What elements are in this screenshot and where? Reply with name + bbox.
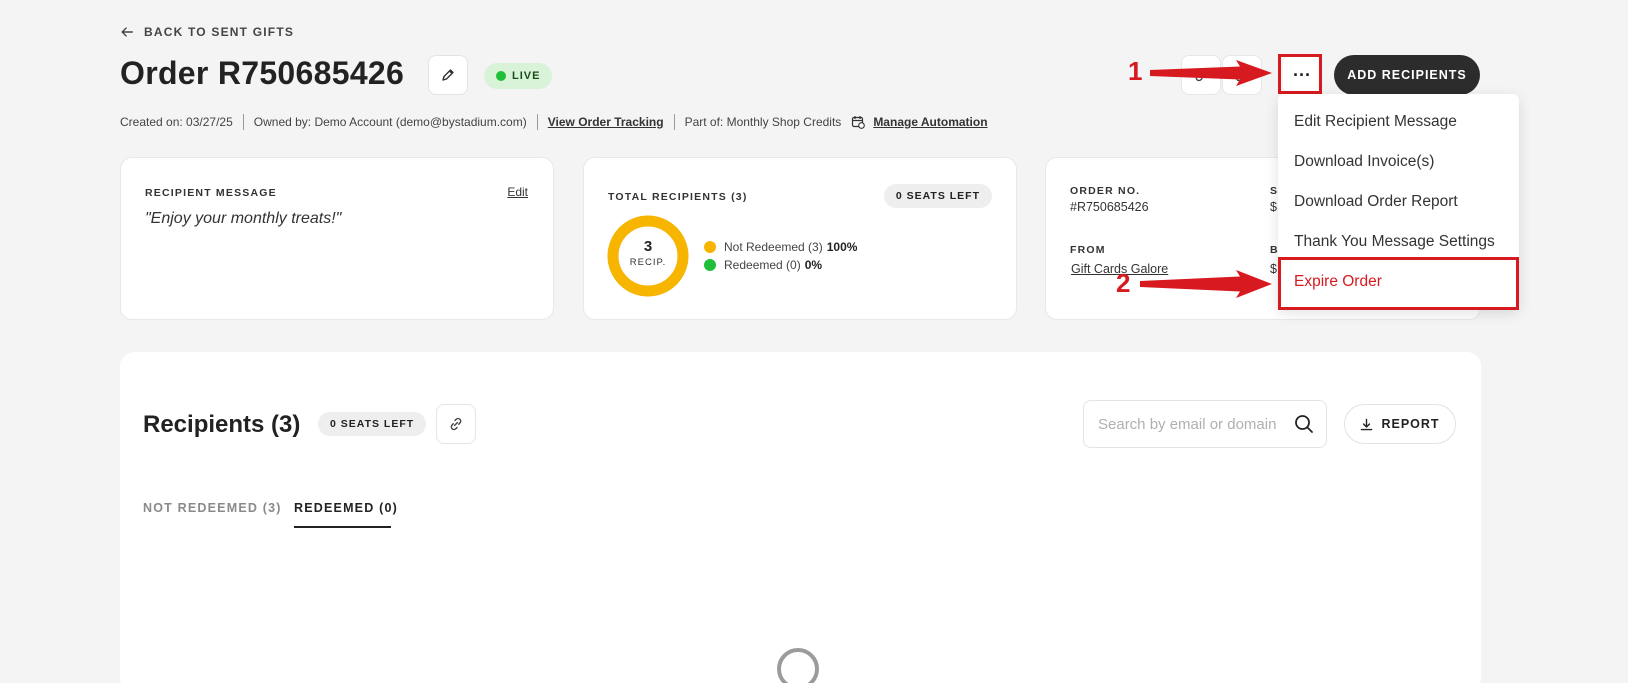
- recipient-search-box: [1083, 400, 1327, 448]
- menu-item-edit-recipient-message[interactable]: Edit Recipient Message: [1294, 113, 1457, 131]
- back-to-sent-gifts-link[interactable]: BACK TO SENT GIFTS: [120, 25, 294, 39]
- link-icon: [450, 417, 462, 431]
- seats-left-badge: 0 SEATS LEFT: [883, 184, 992, 208]
- recipients-title: Recipients (3): [143, 411, 301, 438]
- copy-link-button[interactable]: [1181, 55, 1221, 95]
- manage-automation-link[interactable]: Manage Automation: [873, 115, 987, 129]
- menu-item-download-order-report[interactable]: Download Order Report: [1294, 193, 1458, 211]
- order-no-label: ORDER NO.: [1070, 185, 1141, 197]
- annotation-box-more-button: [1278, 54, 1322, 94]
- download-report-button[interactable]: REPORT: [1344, 404, 1456, 444]
- recipients-seats-left-badge: 0 SEATS LEFT: [318, 412, 427, 436]
- redeemed-pct: 0%: [804, 258, 823, 272]
- menu-item-thank-you-settings[interactable]: Thank You Message Settings: [1294, 233, 1495, 251]
- recipient-search-input[interactable]: [1098, 415, 1288, 433]
- recipient-message-label: RECIPIENT MESSAGE: [145, 187, 277, 199]
- active-tab-underline: [294, 526, 391, 528]
- donut-caption: RECIP.: [629, 257, 667, 268]
- owner-info: Owned by: Demo Account (demo@bystadium.c…: [253, 115, 527, 129]
- link-icon: [1195, 68, 1207, 82]
- not-redeemed-pct: 100%: [826, 240, 858, 254]
- meta-divider: [536, 114, 538, 130]
- calendar-repeat-icon: [851, 115, 866, 129]
- redemption-donut-chart: [607, 215, 689, 297]
- view-order-tracking-link[interactable]: View Order Tracking: [548, 115, 664, 129]
- donut-count: 3: [643, 238, 653, 255]
- copy-recipients-link-button[interactable]: [436, 404, 476, 444]
- page-title: Order R750685426: [120, 55, 405, 91]
- pencil-icon: [442, 69, 454, 81]
- part-of-info: Part of: Monthly Shop Credits: [684, 115, 842, 129]
- live-dot-icon: [496, 71, 506, 81]
- edit-title-button[interactable]: [428, 55, 468, 95]
- menu-item-download-invoices[interactable]: Download Invoice(s): [1294, 153, 1434, 171]
- meta-divider: [242, 114, 244, 130]
- status-badge-label: LIVE: [512, 70, 541, 82]
- order-meta-row: Created on: 03/27/25 Owned by: Demo Acco…: [120, 114, 988, 130]
- order-no-value: #R750685426: [1070, 200, 1149, 214]
- search-icon[interactable]: [1294, 414, 1314, 434]
- tab-not-redeemed[interactable]: NOT REDEEMED (3): [143, 501, 282, 515]
- annotation-step-2: 2: [1116, 268, 1131, 298]
- loading-spinner-icon: [777, 648, 819, 683]
- edit-message-link[interactable]: Edit: [507, 185, 528, 199]
- recipients-panel: Recipients (3) 0 SEATS LEFT REPORT NOT R…: [120, 352, 1481, 683]
- from-label: FROM: [1070, 244, 1106, 256]
- annotation-box-expire-order: [1278, 257, 1519, 310]
- recipient-message-card: RECIPIENT MESSAGE Edit "Enjoy your month…: [120, 157, 554, 320]
- redeemed-label: Redeemed (0): [724, 258, 801, 272]
- add-recipients-button[interactable]: ADD RECIPIENTS: [1334, 55, 1480, 95]
- not-redeemed-dot-icon: [704, 241, 716, 253]
- back-link-label: BACK TO SENT GIFTS: [144, 25, 295, 39]
- tab-redeemed[interactable]: REDEEMED (0): [294, 501, 398, 515]
- document-icon: [1236, 68, 1248, 82]
- donut-not-redeemed-arc: [607, 215, 689, 297]
- share-button[interactable]: [1222, 55, 1262, 95]
- meta-divider: [673, 114, 675, 130]
- created-date: Created on: 03/27/25: [120, 115, 233, 129]
- recipient-message-text: "Enjoy your monthly treats!": [145, 210, 342, 227]
- order-info-s-label: S: [1270, 185, 1279, 197]
- arrow-left-icon: [121, 27, 133, 37]
- order-info-b-value: $: [1270, 262, 1277, 276]
- status-badge: LIVE: [484, 63, 553, 89]
- not-redeemed-label: Not Redeemed (3): [724, 240, 823, 254]
- total-recipients-card: TOTAL RECIPIENTS (3) 0 SEATS LEFT 3 RECI…: [583, 157, 1017, 320]
- report-button-label: REPORT: [1381, 417, 1440, 431]
- annotation-step-1: 1: [1128, 56, 1143, 86]
- legend-redeemed: Redeemed (0) 0%: [704, 258, 822, 272]
- download-icon: [1361, 418, 1373, 430]
- redeemed-dot-icon: [704, 259, 716, 271]
- total-recipients-label: TOTAL RECIPIENTS (3): [608, 191, 748, 203]
- legend-not-redeemed: Not Redeemed (3) 100%: [704, 240, 857, 254]
- order-info-s-value: $: [1270, 200, 1277, 214]
